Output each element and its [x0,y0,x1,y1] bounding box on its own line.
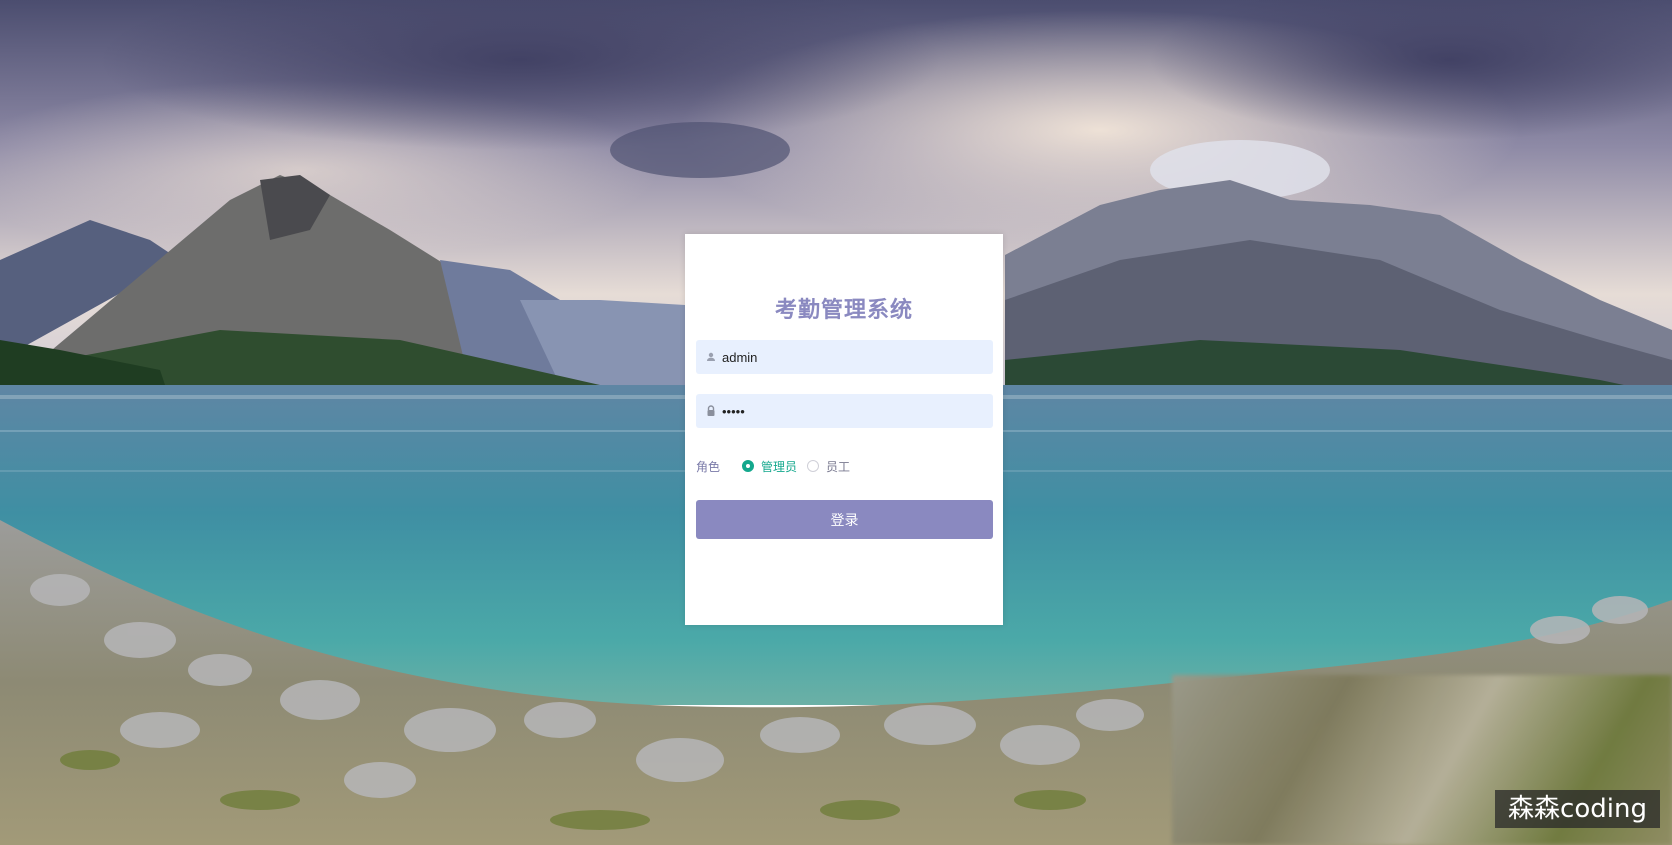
login-card: 考勤管理系统 角色 管理员 员工 登录 [685,234,1003,625]
username-input[interactable] [722,340,982,374]
lock-icon [704,404,718,418]
password-field[interactable] [696,394,993,428]
role-option-admin[interactable]: 管理员 [742,458,797,475]
role-option-employee[interactable]: 员工 [807,458,850,475]
password-input[interactable] [722,394,982,428]
user-icon [704,350,718,364]
role-option-label: 管理员 [761,459,798,474]
login-button[interactable]: 登录 [696,500,993,539]
role-label: 角色 [696,459,721,474]
watermark: 森森coding [1495,790,1660,828]
radio-checked-icon[interactable] [742,460,755,472]
app-title: 考勤管理系统 [774,297,913,322]
radio-unchecked-icon[interactable] [807,460,820,472]
role-option-label: 员工 [826,459,851,474]
username-field[interactable] [696,340,993,374]
role-selector: 角色 管理员 员工 [696,455,860,477]
